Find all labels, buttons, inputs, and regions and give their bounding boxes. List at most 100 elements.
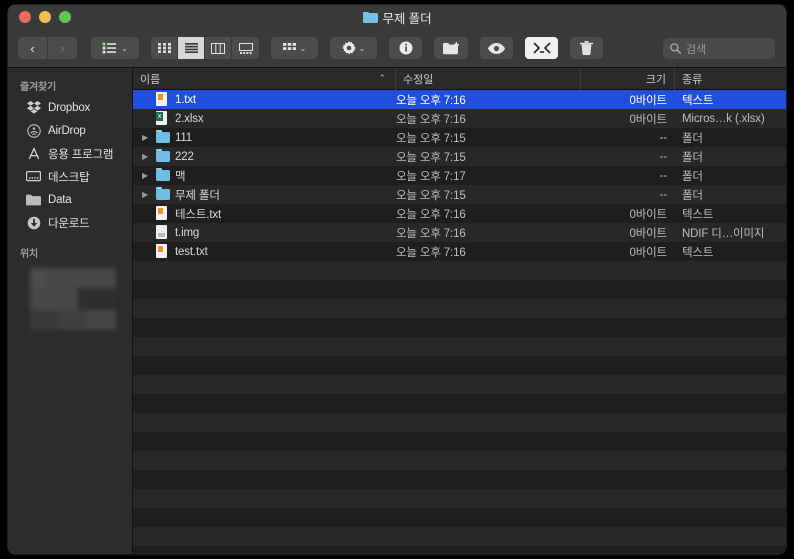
info-icon <box>399 41 413 55</box>
delete-button[interactable] <box>570 37 603 59</box>
desktop-background: 무제 폴더 ‹ › ⌄ ⌄ ⌄ 검색 즐겨찾기 Dropbox AirDrop … <box>0 0 794 559</box>
disclosure-triangle-icon[interactable]: ▶ <box>142 171 156 180</box>
action-menu-button[interactable]: ⌄ <box>330 37 377 59</box>
sidebar-item-downloads[interactable]: 다운로드 <box>8 211 132 234</box>
file-name: t.img <box>175 226 200 239</box>
text-document-icon <box>156 206 170 221</box>
list-view-button[interactable] <box>178 37 205 59</box>
disclosure-triangle-icon[interactable]: ▶ <box>142 152 156 161</box>
sidebar: 즐겨찾기 Dropbox AirDrop 응용 프로그램 데스크탑 Data 다… <box>8 68 133 554</box>
info-button[interactable] <box>389 37 422 59</box>
arrange-button[interactable]: ⌄ <box>91 37 139 59</box>
row-kind-cell: 텍스트 <box>682 94 714 107</box>
maximize-button[interactable] <box>59 11 71 23</box>
table-row[interactable]: ▶ 111 오늘 오후 7:15 -- 폴더 <box>133 128 786 147</box>
table-row[interactable]: ▶ 2.xlsx 오늘 오후 7:16 0바이트 Micros…k (.xlsx… <box>133 109 786 128</box>
file-name: 맥 <box>175 170 186 183</box>
row-name-cell: ▶ 1.txt <box>133 92 396 107</box>
folder-icon <box>156 149 170 164</box>
row-date-cell: 오늘 오후 7:16 <box>396 94 466 107</box>
table-row[interactable]: ▶ test.txt 오늘 오후 7:16 0바이트 텍스트 <box>133 242 786 261</box>
window-body: 즐겨찾기 Dropbox AirDrop 응용 프로그램 데스크탑 Data 다… <box>8 68 786 554</box>
forward-button[interactable]: › <box>48 37 77 59</box>
sidebar-item-label: Data <box>48 193 72 206</box>
icon-view-button[interactable] <box>151 37 178 59</box>
disclosure-triangle-icon[interactable]: ▶ <box>142 133 156 142</box>
folder-icon <box>156 187 170 202</box>
row-size-cell: 0바이트 <box>629 246 667 259</box>
dropbox-icon <box>26 100 41 115</box>
sidebar-redacted-locations <box>30 268 116 330</box>
sidebar-item-data[interactable]: Data <box>8 188 132 211</box>
column-view-button[interactable] <box>205 37 232 59</box>
table-row[interactable]: ▶ 무제 폴더 오늘 오후 7:15 -- 폴더 <box>133 185 786 204</box>
column-label: 수정일 <box>403 73 434 86</box>
folder-icon <box>156 168 170 183</box>
column-label: 종류 <box>682 73 703 86</box>
group-items-button[interactable]: ⌄ <box>271 37 318 59</box>
window-title-group: 무제 폴더 <box>8 5 786 29</box>
terminal-button[interactable] <box>525 37 558 59</box>
applications-icon <box>26 146 41 161</box>
search-icon <box>670 43 681 54</box>
row-name-cell: ▶ 맥 <box>133 168 396 184</box>
column-header-kind[interactable]: 종류 <box>675 68 786 90</box>
chevron-down-icon: ⌄ <box>121 43 128 53</box>
close-button[interactable] <box>19 11 31 23</box>
column-header-size[interactable]: 크기 <box>581 68 675 90</box>
sidebar-item-label: 응용 프로그램 <box>48 148 114 161</box>
traffic-lights <box>8 11 71 23</box>
row-kind-cell: Micros…k (.xlsx) <box>682 112 765 125</box>
row-date-cell: 오늘 오후 7:16 <box>396 227 466 240</box>
search-field[interactable]: 검색 <box>663 38 775 59</box>
disclosure-triangle-icon: ▶ <box>142 115 156 123</box>
file-name: 2.xlsx <box>175 112 204 125</box>
disclosure-triangle-icon: ▶ <box>142 210 156 218</box>
row-date-cell: 오늘 오후 7:16 <box>396 208 466 221</box>
window-titlebar[interactable]: 무제 폴더 <box>8 5 786 29</box>
row-date-cell: 오늘 오후 7:15 <box>396 151 466 164</box>
gallery-icon <box>238 42 253 54</box>
row-size-cell: -- <box>659 150 668 163</box>
excel-document-icon <box>156 111 170 126</box>
table-row[interactable]: ▶ 222 오늘 오후 7:15 -- 폴더 <box>133 147 786 166</box>
row-kind-cell: 폴더 <box>682 170 703 183</box>
sidebar-item-applications[interactable]: 응용 프로그램 <box>8 142 132 165</box>
table-row[interactable]: ▶ 1.txt 오늘 오후 7:16 0바이트 텍스트 <box>133 90 786 109</box>
empty-rows-area[interactable] <box>133 261 786 554</box>
text-document-icon <box>156 92 170 107</box>
quick-look-button[interactable] <box>480 37 513 59</box>
column-header-name[interactable]: 이름 ⌃ <box>133 68 396 90</box>
table-row[interactable]: ▶ 맥 오늘 오후 7:17 -- 폴더 <box>133 166 786 185</box>
disclosure-triangle-icon: ▶ <box>142 96 156 104</box>
disclosure-triangle-icon[interactable]: ▶ <box>142 190 156 199</box>
file-name: 222 <box>175 150 194 163</box>
table-row[interactable]: ▶ t.img 오늘 오후 7:16 0바이트 NDIF 디…이미지 <box>133 223 786 242</box>
chevron-down-icon: ⌄ <box>299 43 307 53</box>
sidebar-item-dropbox[interactable]: Dropbox <box>8 96 132 119</box>
sort-ascending-icon: ⌃ <box>378 72 386 83</box>
row-kind-cell: 폴더 <box>682 132 703 145</box>
minimize-button[interactable] <box>39 11 51 23</box>
new-folder-button[interactable] <box>434 37 468 59</box>
sidebar-item-desktop[interactable]: 데스크탑 <box>8 165 132 188</box>
disclosure-triangle-icon: ▶ <box>142 248 156 256</box>
gallery-view-button[interactable] <box>232 37 259 59</box>
file-rows: ▶ 1.txt 오늘 오후 7:16 0바이트 텍스트 ▶ 2.xlsx <box>133 90 786 261</box>
navigation-buttons: ‹ › <box>18 37 77 59</box>
row-name-cell: ▶ 2.xlsx <box>133 111 396 126</box>
sidebar-section-favorites-header: 즐겨찾기 <box>20 82 56 93</box>
folder-icon <box>362 11 378 23</box>
text-document-icon <box>156 244 170 259</box>
disclosure-triangle-icon: ▶ <box>142 229 156 237</box>
column-label: 이름 <box>140 73 161 86</box>
group-items-icon <box>282 43 296 53</box>
row-name-cell: ▶ 111 <box>133 130 396 145</box>
back-button[interactable]: ‹ <box>18 37 47 59</box>
sidebar-item-airdrop[interactable]: AirDrop <box>8 119 132 142</box>
file-name: 무제 폴더 <box>175 189 220 202</box>
grid-icon <box>157 43 171 53</box>
table-row[interactable]: ▶ 테스트.txt 오늘 오후 7:16 0바이트 텍스트 <box>133 204 786 223</box>
column-header-date-modified[interactable]: 수정일 <box>396 68 581 90</box>
row-date-cell: 오늘 오후 7:17 <box>396 170 466 183</box>
